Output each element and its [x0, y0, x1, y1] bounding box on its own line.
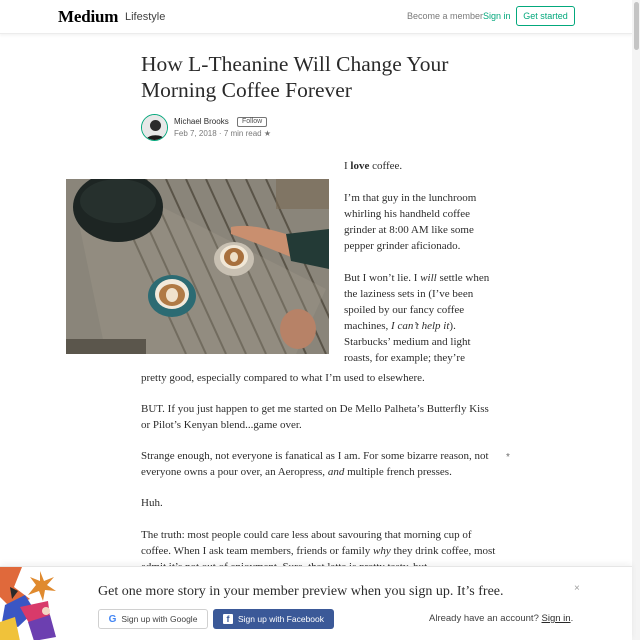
- text-italic: will: [420, 272, 437, 284]
- paragraph-4: BUT. If you just happen to get me starte…: [141, 403, 489, 431]
- highlight-star-icon: *: [506, 452, 510, 463]
- period: .: [570, 613, 574, 624]
- text-italic: why: [373, 545, 391, 557]
- banner-sign-in-link[interactable]: Sign in: [542, 613, 571, 624]
- top-navbar: Medium Lifestyle Become a member Sign in…: [0, 0, 632, 34]
- text-bold: love: [350, 160, 370, 172]
- scrollbar-thumb[interactable]: [634, 2, 639, 50]
- already-text: Already have an account?: [429, 613, 539, 624]
- text-span: coffee.: [369, 160, 403, 172]
- paragraph-2: I’m that guy in the lunchroom whirling h…: [344, 192, 477, 252]
- text-italic: and: [327, 466, 345, 478]
- close-icon[interactable]: ×: [574, 583, 580, 594]
- facebook-signup-label: Sign up with Facebook: [238, 614, 324, 624]
- text-span: But I won’t lie. I: [344, 272, 421, 284]
- sign-in-link[interactable]: Sign in: [483, 11, 511, 21]
- author-avatar[interactable]: [141, 114, 168, 141]
- publish-date: Feb 7, 2018: [174, 129, 217, 138]
- google-signup-label: Sign up with Google: [121, 614, 198, 624]
- get-started-button[interactable]: Get started: [516, 6, 575, 26]
- banner-illustration: [0, 567, 60, 640]
- text-span: multiple french presses.: [344, 466, 452, 478]
- paragraph-3-continued: pretty good, especially compared to what…: [141, 372, 425, 384]
- paragraph-6: Huh.: [141, 497, 163, 509]
- become-member-link[interactable]: Become a member: [407, 11, 483, 21]
- article-title: How L-Theanine Will Change Your Morning …: [141, 52, 449, 102]
- google-signup-button[interactable]: G Sign up with Google: [98, 609, 208, 629]
- publication-link[interactable]: Lifestyle: [125, 11, 165, 23]
- author-name[interactable]: Michael Brooks: [174, 117, 229, 126]
- facebook-icon: f: [223, 614, 233, 624]
- article-meta: Feb 7, 2018 · 7 min read ★: [174, 129, 272, 138]
- text-italic: I can’t help it: [391, 320, 450, 332]
- banner-message: Get one more story in your member previe…: [98, 584, 504, 599]
- google-icon: G: [108, 613, 117, 625]
- read-time: 7 min read: [223, 129, 262, 138]
- page-scrollbar[interactable]: [632, 0, 640, 640]
- article-image: [66, 179, 329, 354]
- member-star-icon: ★: [263, 129, 272, 138]
- facebook-signup-button[interactable]: f Sign up with Facebook: [213, 609, 334, 629]
- follow-button[interactable]: Follow: [237, 117, 268, 127]
- already-have-account: Already have an account? Sign in.: [429, 613, 573, 624]
- paragraph-3: But I won’t lie. I will settle when the …: [344, 270, 494, 366]
- paragraph-5: Strange enough, not everyone is fanatica…: [141, 448, 496, 480]
- paragraph-1: I love coffee.: [344, 158, 494, 174]
- medium-logo[interactable]: Medium: [58, 7, 118, 27]
- signup-banner: Get one more story in your member previe…: [0, 566, 632, 640]
